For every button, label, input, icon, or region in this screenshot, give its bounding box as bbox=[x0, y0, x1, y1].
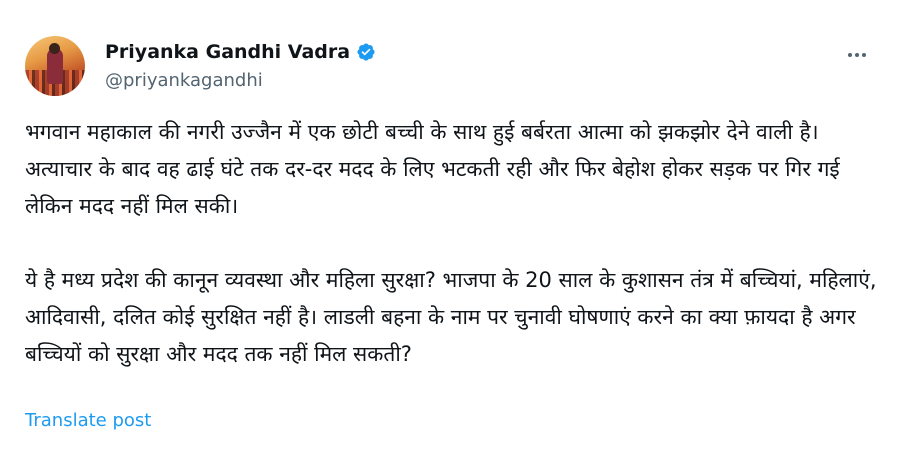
post-text: भगवान महाकाल की नगरी उज्जैन में एक छोटी … bbox=[25, 114, 885, 373]
translate-post-link[interactable]: Translate post bbox=[25, 410, 151, 431]
post-paragraph-2: ये है मध्य प्रदेश की कानून व्यवस्था और म… bbox=[25, 268, 884, 366]
more-dot bbox=[855, 53, 859, 57]
author-info: Priyanka Gandhi Vadra @priyankagandhi bbox=[105, 40, 376, 91]
verified-badge-icon[interactable] bbox=[356, 42, 376, 62]
post-paragraph-1: भगवान महाकाल की नगरी उज्जैन में एक छोटी … bbox=[25, 120, 847, 218]
user-handle[interactable]: @priyankagandhi bbox=[105, 70, 376, 91]
more-options-icon[interactable] bbox=[840, 42, 874, 68]
display-name[interactable]: Priyanka Gandhi Vadra bbox=[105, 41, 350, 63]
more-dot bbox=[848, 53, 852, 57]
avatar-head bbox=[49, 43, 60, 54]
display-name-row: Priyanka Gandhi Vadra bbox=[105, 40, 376, 64]
avatar[interactable] bbox=[25, 36, 85, 96]
more-dot bbox=[862, 53, 866, 57]
post-card: Priyanka Gandhi Vadra @priyankagandhi भग… bbox=[0, 0, 907, 466]
post-header: Priyanka Gandhi Vadra @priyankagandhi bbox=[25, 36, 882, 96]
